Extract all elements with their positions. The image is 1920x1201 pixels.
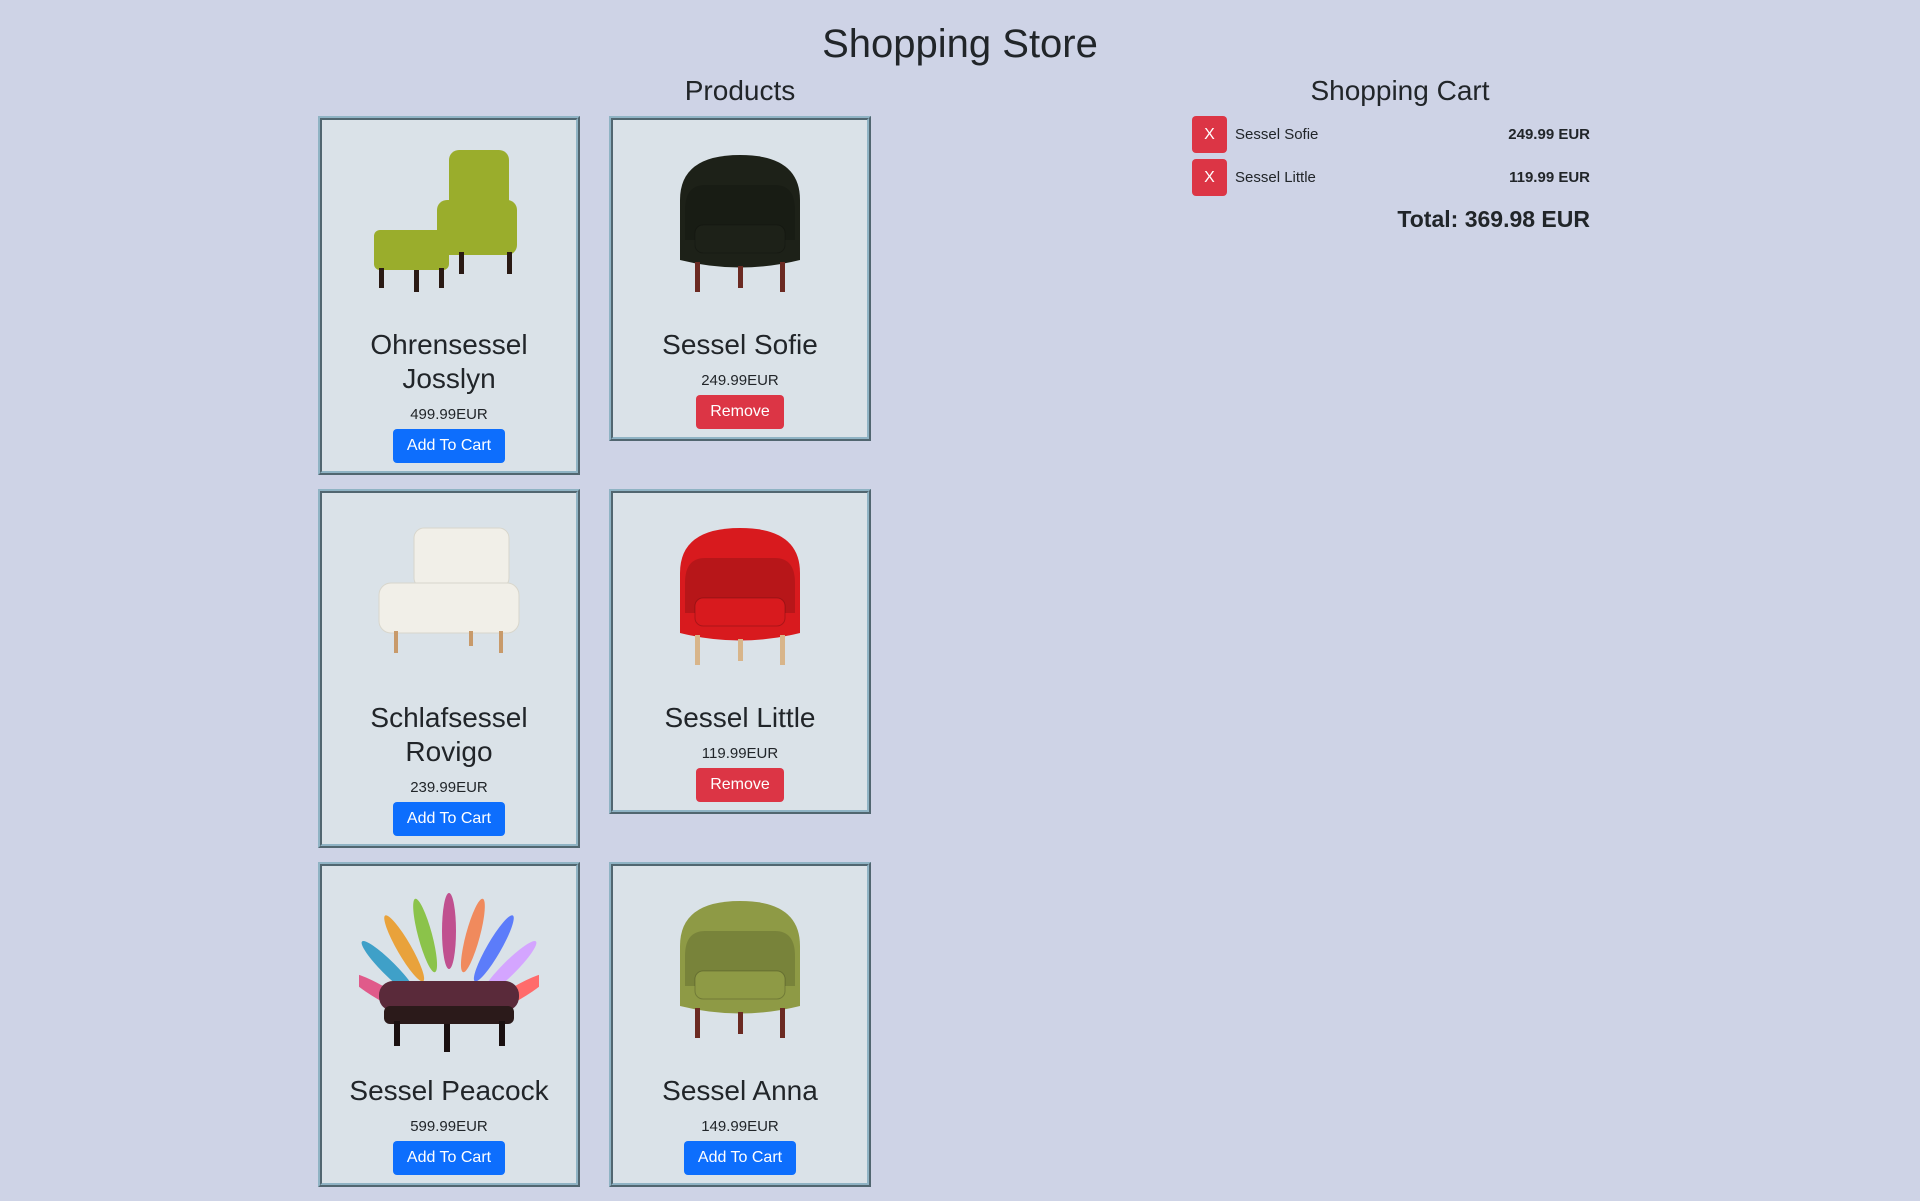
product-card: Sessel Little 119.99EUR Remove <box>609 489 871 814</box>
product-price: 119.99EUR <box>701 745 779 762</box>
cart-total: Total: 369.98 EUR <box>1397 206 1590 232</box>
cart-item-price: 249.99 EUR <box>1508 126 1590 143</box>
product-image <box>613 120 867 320</box>
remove-from-cart-button[interactable]: Remove <box>696 768 784 802</box>
cart-item-name: Sessel Sofie <box>1235 126 1319 143</box>
products-heading: Products <box>684 75 796 106</box>
product-price: 149.99EUR <box>701 1118 779 1135</box>
cart-item: X Sessel Little 119.99 EUR <box>1192 159 1608 196</box>
product-card: Sessel Anna 149.99EUR Add To Cart <box>609 862 871 1187</box>
product-image <box>613 866 867 1066</box>
products-section: Products Ohrensessel Josslyn 499.99EUR A… <box>300 68 1180 1201</box>
product-image <box>322 866 576 1066</box>
product-card: Sessel Sofie 249.99EUR Remove <box>609 116 871 441</box>
product-image <box>322 120 576 320</box>
product-name: Sessel Anna <box>662 1075 818 1106</box>
product-price: 249.99EUR <box>701 372 779 389</box>
product-name: Sessel Sofie <box>662 329 818 360</box>
product-grid: Ohrensessel Josslyn 499.99EUR Add To Car… <box>300 116 1180 1201</box>
remove-cart-item-button[interactable]: X <box>1192 159 1227 196</box>
product-name: Sessel Little <box>664 702 816 733</box>
cart-item-name: Sessel Little <box>1235 169 1316 186</box>
product-name: Sessel Peacock <box>349 1075 549 1106</box>
cart-section: Shopping Cart X Sessel Sofie 249.99 EUR X… <box>1180 68 1620 1201</box>
cart-item: X Sessel Sofie 249.99 EUR <box>1192 116 1608 153</box>
product-card: Ohrensessel Josslyn 499.99EUR Add To Car… <box>318 116 580 475</box>
product-image <box>613 493 867 693</box>
remove-from-cart-button[interactable]: Remove <box>696 395 784 429</box>
remove-cart-item-button[interactable]: X <box>1192 116 1227 153</box>
product-price: 599.99EUR <box>410 1118 488 1135</box>
product-name: Ohrensessel Josslyn <box>370 329 528 394</box>
add-to-cart-button[interactable]: Add To Cart <box>392 429 506 463</box>
add-to-cart-button[interactable]: Add To Cart <box>683 1141 797 1175</box>
product-card: Schlafsessel Rovigo 239.99EUR Add To Car… <box>318 489 580 848</box>
product-image <box>322 493 576 693</box>
product-card: Sessel Peacock 599.99EUR Add To Cart <box>318 862 580 1187</box>
cart-heading: Shopping Cart <box>1310 75 1490 106</box>
product-name: Schlafsessel Rovigo <box>370 702 528 767</box>
cart-item-price: 119.99 EUR <box>1509 169 1590 186</box>
product-price: 239.99EUR <box>410 779 488 796</box>
product-price: 499.99EUR <box>410 406 488 423</box>
add-to-cart-button[interactable]: Add To Cart <box>392 1141 506 1175</box>
add-to-cart-button[interactable]: Add To Cart <box>392 802 506 836</box>
page-title: Shopping Store <box>822 22 1098 66</box>
